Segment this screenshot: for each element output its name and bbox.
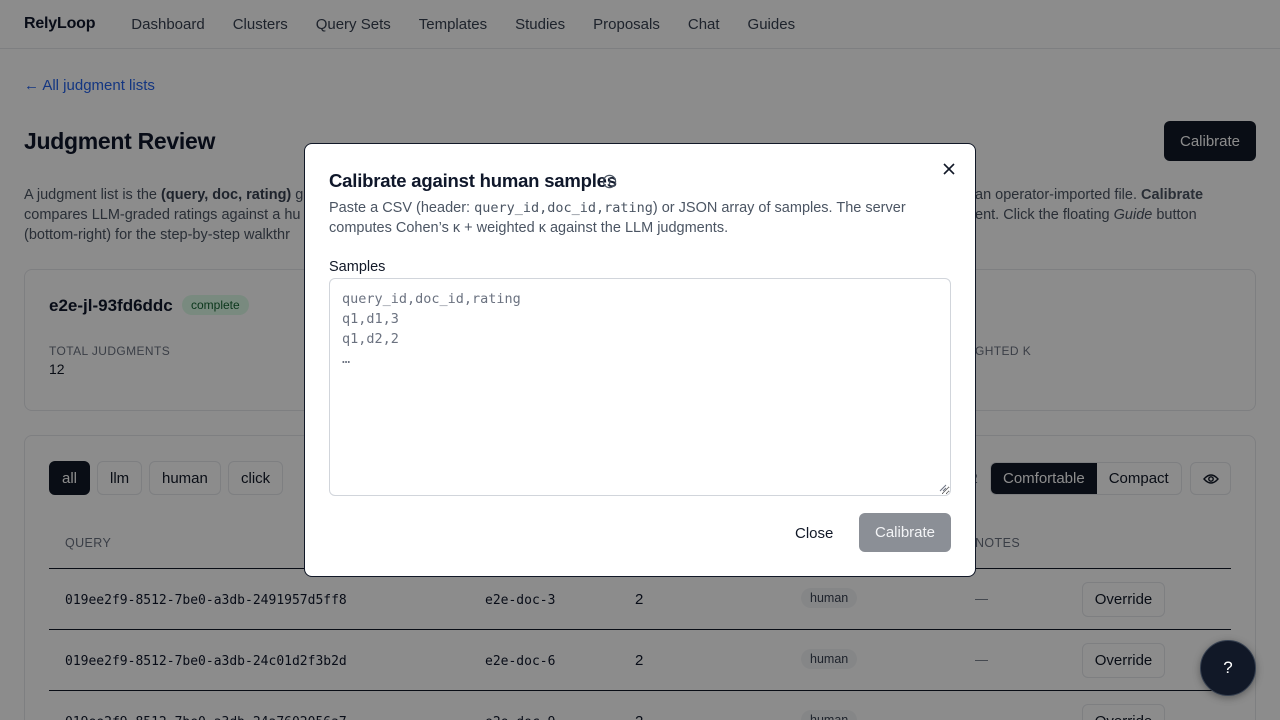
samples-label: Samples xyxy=(329,259,386,275)
modal-desc-a: Paste a CSV (header: xyxy=(329,200,475,216)
modal-calibrate-button[interactable]: Calibrate xyxy=(859,513,951,552)
modal-title: Calibrate against human samples xyxy=(329,170,617,191)
modal-desc-b: ) or JSON array of samples. The server xyxy=(652,200,906,216)
resize-handle-icon[interactable] xyxy=(939,484,947,492)
calibrate-modal: Calibrate against human samples Paste a … xyxy=(304,143,976,577)
samples-placeholder: query_id,doc_id,rating q1,d1,3 q1,d2,2 … xyxy=(342,291,521,367)
close-icon[interactable] xyxy=(939,159,959,179)
samples-textarea[interactable]: query_id,doc_id,rating q1,d1,3 q1,d2,2 … xyxy=(329,278,951,496)
info-icon[interactable] xyxy=(602,174,617,189)
modal-desc-code: query_id,doc_id,rating xyxy=(474,200,653,216)
help-guide-button[interactable]: ? xyxy=(1200,640,1256,696)
modal-close-button[interactable]: Close xyxy=(783,514,845,552)
modal-desc-line2: computes Cohen’s κ + weighted κ against … xyxy=(329,220,729,236)
modal-description: Paste a CSV (header: query_id,doc_id,rat… xyxy=(329,198,949,238)
